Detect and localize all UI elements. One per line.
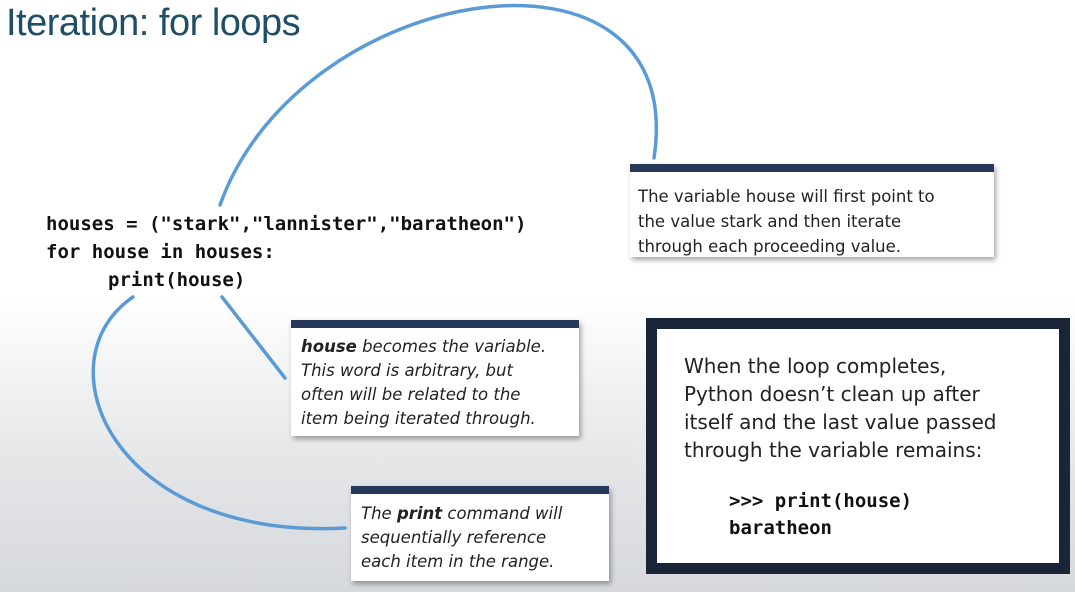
callout-text: command will — [442, 504, 563, 523]
callout-line: often will be related to the — [301, 385, 521, 404]
callout-variable-point: The variable house will first point to t… — [630, 164, 994, 257]
callout-line: The print command will — [361, 502, 601, 526]
keyword-house: house — [301, 337, 357, 356]
callout-line: The variable house will first point to — [638, 187, 935, 206]
repl-sample: >>> print(house) baratheon — [684, 488, 1059, 542]
callout-line: through each proceeding value. — [638, 237, 902, 256]
callout-text: The — [361, 504, 397, 523]
note-line: When the loop completes, — [684, 354, 947, 378]
callout-line: This word is arbitrary, but — [301, 361, 513, 380]
callout-line: house becomes the variable. — [301, 335, 571, 359]
code-line-3: print(house) — [108, 269, 246, 291]
line-house-to-callout — [220, 295, 287, 380]
code-line-1: houses = ("stark","lannister","baratheon… — [46, 213, 527, 235]
callout-loop-variable: house becomes the variable. This word is… — [291, 320, 579, 436]
note-line: itself and the last value passed — [684, 410, 997, 434]
callout-text: becomes the variable. — [356, 337, 547, 356]
code-block: houses = ("stark","lannister","baratheon… — [46, 210, 526, 294]
repl-input: >>> print(house) — [729, 490, 913, 512]
arc-house-to-callout — [218, 3, 658, 207]
repl-output: baratheon — [729, 517, 832, 539]
code-line-2: for house in houses: — [46, 241, 275, 263]
callout-line: item being iterated through. — [301, 409, 536, 428]
note-line: Python doesn’t clean up after — [684, 382, 980, 406]
keyword-print: print — [396, 504, 443, 523]
loop-completion-note: When the loop completes, Python doesn’t … — [646, 318, 1070, 574]
callout-line: each item in the range. — [361, 552, 555, 571]
callout-print-command: The print command will sequentially refe… — [351, 486, 609, 581]
callout-line: the value stark and then iterate — [638, 212, 902, 231]
callout-line: sequentially reference — [361, 528, 547, 547]
note-line: through the variable remains: — [684, 438, 983, 462]
